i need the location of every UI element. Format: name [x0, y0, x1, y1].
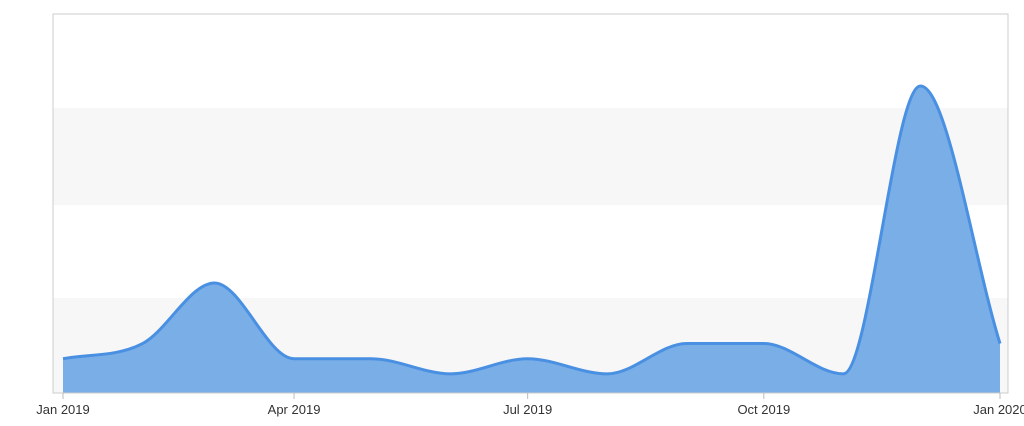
area-chart: Jan 2019 Apr 2019 Jul 2019 Oct 2019 Jan 2020	[36, 13, 1024, 417]
x-tick-label: Apr 2019	[268, 402, 321, 417]
x-axis-ticks: Jan 2019 Apr 2019 Jul 2019 Oct 2019 Jan 2020	[36, 393, 1024, 417]
grid-band	[53, 108, 1008, 205]
x-tick-label: Oct 2019	[737, 402, 790, 417]
chart-container: Jan 2019 Apr 2019 Jul 2019 Oct 2019 Jan 2020	[0, 0, 1024, 426]
x-tick-label: Jan 2020	[973, 402, 1024, 417]
x-tick-label: Jul 2019	[503, 402, 552, 417]
x-tick-label: Jan 2019	[36, 402, 90, 417]
